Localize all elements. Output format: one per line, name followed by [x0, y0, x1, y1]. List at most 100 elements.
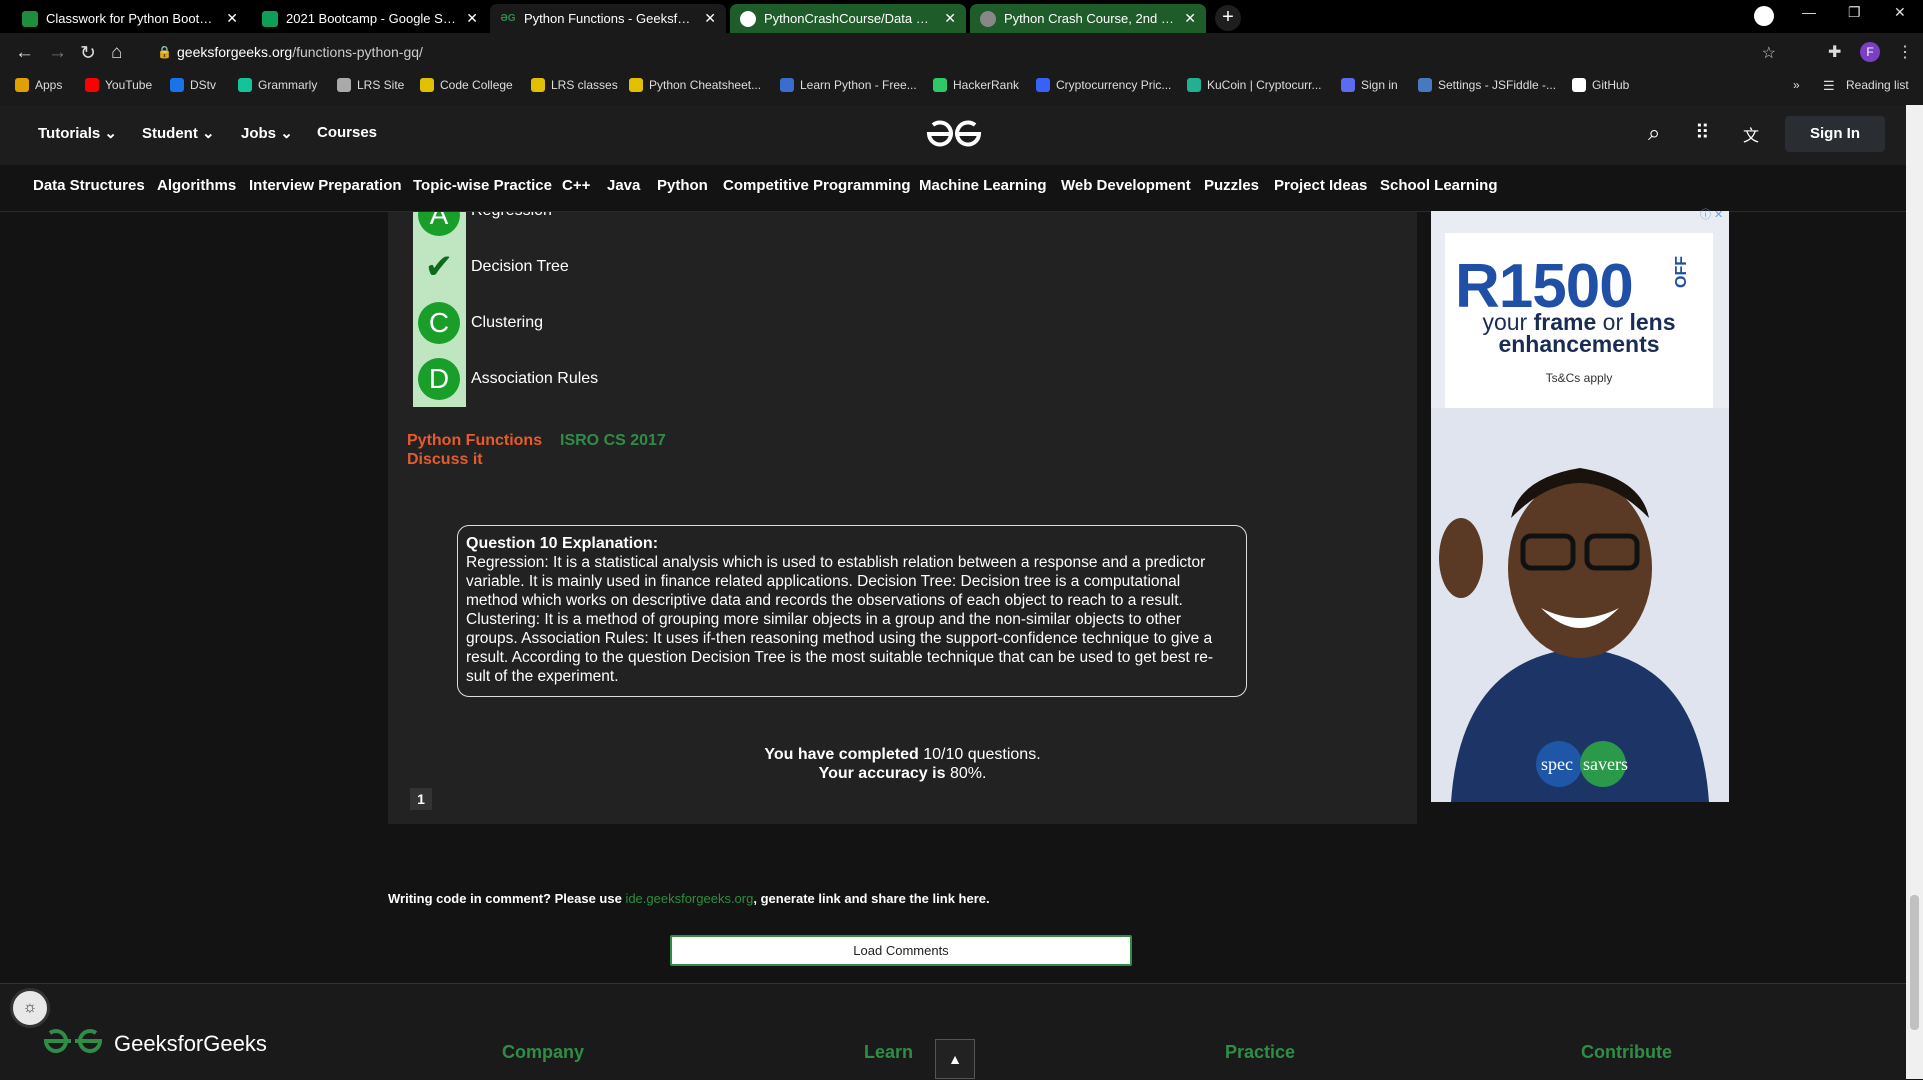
- close-icon[interactable]: ✕: [226, 10, 238, 27]
- profile-circle-icon[interactable]: [1754, 6, 1774, 26]
- explanation-title: Question 10 Explanation:: [466, 535, 659, 552]
- menu-tutorials[interactable]: Tutorials ⌄: [38, 124, 117, 142]
- accuracy-text: Your accuracy is 80%.: [388, 765, 1417, 783]
- tag-python-functions[interactable]: Python Functions: [407, 432, 542, 450]
- option-d-text[interactable]: Association Rules: [471, 370, 598, 388]
- option-c-badge[interactable]: C: [418, 302, 460, 344]
- subnav-item[interactable]: Interview Preparation: [249, 177, 402, 194]
- explanation-line: variable. It is mainly used in finance r…: [466, 573, 1181, 590]
- star-icon[interactable]: ☆: [1762, 43, 1776, 63]
- bookmark-icon: [420, 78, 434, 92]
- bookmark-icon: [170, 78, 184, 92]
- new-tab-button[interactable]: +: [1215, 5, 1241, 31]
- tab-gfg-active[interactable]: ƏG Python Functions - GeeksforGeeks ✕: [490, 4, 726, 33]
- subnav-item[interactable]: C++: [562, 177, 590, 194]
- accuracy-prefix: Your accuracy is: [818, 765, 946, 782]
- restore-icon[interactable]: ❐: [1848, 4, 1861, 21]
- reload-icon[interactable]: ↻: [80, 42, 96, 65]
- bookmark-item[interactable]: Apps: [15, 78, 62, 92]
- explanation-line: groups. Association Rules: It uses if-th…: [466, 630, 1213, 647]
- bookmark-item[interactable]: LRS classes: [531, 78, 618, 92]
- scroll-to-top-button[interactable]: ▲: [935, 1039, 975, 1079]
- subnav-item[interactable]: School Learning: [1380, 177, 1498, 194]
- bookmark-item[interactable]: Python Cheatsheet...: [629, 78, 761, 92]
- tab-title: Python Crash Course, 2nd Edition: [1004, 11, 1177, 26]
- minimize-icon[interactable]: —: [1802, 4, 1816, 20]
- forward-icon[interactable]: →: [48, 42, 67, 64]
- subnav-item[interactable]: Web Development: [1061, 177, 1191, 194]
- menu-student[interactable]: Student ⌄: [142, 124, 215, 142]
- bookmark-item[interactable]: Code College: [420, 78, 513, 92]
- subnav-item[interactable]: Java: [607, 177, 640, 194]
- footer-practice: Practice: [1225, 1042, 1296, 1062]
- settings-gear-icon[interactable]: ☼: [10, 988, 50, 1028]
- footer-company: Company: [502, 1042, 585, 1062]
- option-c-text[interactable]: Clustering: [471, 314, 543, 332]
- discuss-link[interactable]: Discuss it: [407, 451, 483, 469]
- bookmark-icon: [1418, 78, 1432, 92]
- subnav-item[interactable]: Project Ideas: [1274, 177, 1367, 194]
- tab-classwork[interactable]: Classwork for Python Bootcamp ✕: [12, 4, 248, 33]
- subnav-item[interactable]: Competitive Programming: [723, 177, 911, 194]
- bookmark-item[interactable]: Learn Python - Free...: [780, 78, 917, 92]
- load-comments-button[interactable]: Load Comments: [670, 935, 1132, 966]
- subnav-item[interactable]: Python: [657, 177, 708, 194]
- adchoices-icon[interactable]: ⓘ ✕: [1700, 206, 1723, 222]
- tab-crash-course[interactable]: Python Crash Course, 2nd Edition ✕: [970, 4, 1206, 33]
- close-window-icon[interactable]: ✕: [1894, 4, 1906, 21]
- bookmark-label: DStv: [190, 78, 217, 92]
- menu-jobs[interactable]: Jobs ⌄: [241, 124, 293, 142]
- ad-terms: Ts&Cs apply: [1545, 371, 1613, 385]
- profile-avatar[interactable]: F: [1860, 42, 1880, 62]
- gfg-logo[interactable]: [925, 117, 983, 151]
- footer-contribute: Contribute: [1581, 1042, 1672, 1062]
- scrollbar-thumb[interactable]: [1910, 895, 1919, 1030]
- tag-isro[interactable]: ISRO CS 2017: [560, 432, 666, 450]
- close-icon[interactable]: ✕: [466, 10, 478, 27]
- bookmark-item[interactable]: Cryptocurrency Pric...: [1036, 78, 1171, 92]
- menu-icon[interactable]: ⋮: [1897, 42, 1913, 62]
- ide-link[interactable]: ide.geeksforgeeks.org: [625, 891, 753, 906]
- search-icon[interactable]: ⌕: [1648, 120, 1660, 146]
- tab-github[interactable]: PythonCrashCourse/Data Visualiz ✕: [730, 4, 966, 33]
- bookmark-item[interactable]: Grammarly: [238, 78, 317, 92]
- ad-brand-left: spec: [1541, 754, 1573, 774]
- subnav-item[interactable]: Machine Learning: [919, 177, 1047, 194]
- explanation-box: Question 10 Explanation: Regression: It …: [457, 525, 1247, 697]
- bookmark-item[interactable]: LRS Site: [337, 78, 404, 92]
- bookmark-item[interactable]: Settings - JSFiddle -...: [1418, 78, 1556, 92]
- subnav-item[interactable]: Puzzles: [1204, 177, 1259, 194]
- reading-list[interactable]: Reading list: [1846, 78, 1909, 92]
- option-b-text[interactable]: Decision Tree: [471, 258, 569, 276]
- subnav-item[interactable]: Data Structures: [33, 177, 145, 194]
- sign-in-button[interactable]: Sign In: [1785, 116, 1885, 152]
- bookmark-item[interactable]: KuCoin | Cryptocurr...: [1187, 78, 1322, 92]
- check-icon[interactable]: ✔: [418, 246, 460, 288]
- bookmark-item[interactable]: YouTube: [85, 78, 152, 92]
- translate-icon[interactable]: 文: [1743, 122, 1759, 146]
- reading-list-icon[interactable]: ☰: [1823, 78, 1835, 94]
- close-icon[interactable]: ✕: [1184, 10, 1196, 27]
- home-icon[interactable]: ⌂: [111, 42, 122, 64]
- subnav-item[interactable]: Algorithms: [157, 177, 236, 194]
- page-number-button[interactable]: 1: [410, 788, 432, 810]
- bookmark-item[interactable]: Sign in: [1341, 78, 1398, 92]
- extensions-icon[interactable]: ✚: [1828, 42, 1841, 62]
- bookmark-item[interactable]: HackerRank: [933, 78, 1019, 92]
- menu-courses[interactable]: Courses: [317, 124, 377, 141]
- address-bar[interactable]: 🔒 geeksforgeeks.org/functions-python-gq/…: [143, 39, 1790, 67]
- bookmark-label: Apps: [35, 78, 63, 92]
- bookmark-item[interactable]: GitHub: [1572, 78, 1629, 92]
- option-d-badge[interactable]: D: [418, 358, 460, 400]
- bookmarks-more[interactable]: »: [1793, 78, 1800, 92]
- footer-gfg-logo[interactable]: [42, 1026, 104, 1056]
- advertisement[interactable]: R1500 OFF your frame or lens enhancement…: [1431, 211, 1729, 802]
- tab-sheets[interactable]: 2021 Bootcamp - Google Sheets ✕: [252, 4, 488, 33]
- apps-grid-icon[interactable]: ⠿: [1695, 120, 1710, 145]
- close-icon[interactable]: ✕: [704, 10, 716, 27]
- close-icon[interactable]: ✕: [944, 10, 956, 27]
- url-text[interactable]: geeksforgeeks.org/functions-python-gq/: [177, 44, 423, 60]
- bookmark-item[interactable]: DStv: [170, 78, 216, 92]
- subnav-item[interactable]: Topic-wise Practice: [413, 177, 552, 194]
- back-icon[interactable]: ←: [15, 42, 34, 64]
